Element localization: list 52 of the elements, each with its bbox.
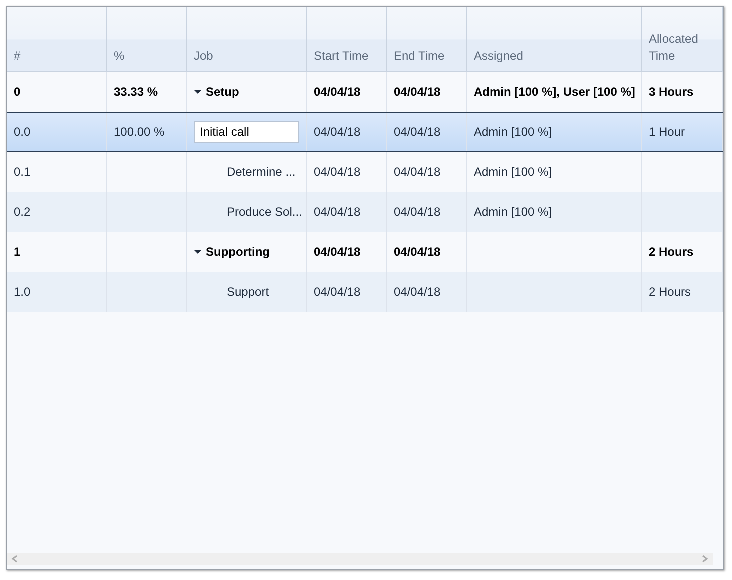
table-row[interactable]: 1 Supporting 04/04/18 04/04/18 2 Hours: [7, 232, 723, 272]
table-cell-text: Admin [100 %], User [100 %]: [474, 84, 636, 101]
table-row[interactable]: 0.0 100.00 % Initial call 04/04/18 04/04/18 Admin [100 %] 1 Hour: [7, 112, 723, 152]
collapse-caret-icon[interactable]: [194, 249, 202, 255]
table-cell-text: 0: [14, 84, 21, 101]
column-header[interactable]: Assigned: [474, 48, 524, 65]
job-name: Determine ...: [227, 164, 296, 181]
table-cell-text: Admin [100 %]: [474, 164, 552, 181]
table-cell-text: 04/04/18: [394, 84, 441, 101]
table-cell-text: 04/04/18: [394, 284, 441, 301]
table-row[interactable]: 1.0 Support 04/04/18 04/04/18 2 Hours: [7, 272, 723, 312]
table-cell-text: 3 Hours: [649, 84, 694, 101]
table-cell-text: 04/04/18: [394, 164, 441, 181]
table-cell-text: 1.0: [14, 284, 31, 301]
table-row[interactable]: 0.2 Produce Sol... 04/04/18 04/04/18 Admin [100 %]: [7, 192, 723, 232]
column-header[interactable]: End Time: [394, 48, 445, 65]
job-name: Setup: [206, 84, 240, 101]
table-cell-text: 0.0: [14, 124, 31, 141]
table-row[interactable]: 0.1 Determine ... 04/04/18 04/04/18 Admin [100 %]: [7, 152, 723, 192]
table-cell-text: 04/04/18: [394, 124, 441, 141]
table-cell-text: 33.33 %: [114, 84, 158, 101]
table-cell-text: Admin [100 %]: [474, 204, 552, 221]
column-header[interactable]: #: [14, 48, 21, 65]
job-name: Produce Sol...: [227, 204, 302, 221]
job-name: Supporting: [206, 244, 270, 261]
scroll-right-icon[interactable]: [701, 555, 709, 563]
horizontal-scrollbar[interactable]: [7, 553, 713, 565]
table-cell-text: 2 Hours: [649, 244, 694, 261]
column-header[interactable]: %: [114, 48, 125, 65]
table-cell-text: 04/04/18: [314, 244, 361, 261]
table-cell-text: 04/04/18: [394, 204, 441, 221]
table-cell-text: 1: [14, 244, 21, 261]
table-row[interactable]: 0 33.33 % Setup 04/04/18 04/04/18 Admin [100 %], User [100 %] 3 Hours: [7, 72, 723, 112]
column-header[interactable]: Allocated Time: [649, 31, 715, 65]
table-cell-text: 0.1: [14, 164, 31, 181]
table-cell-text: 2 Hours: [649, 284, 692, 301]
column-header[interactable]: Job: [194, 48, 214, 65]
job-input-field[interactable]: Initial call: [194, 121, 299, 143]
table-cell-text: 100.00 %: [114, 124, 165, 141]
scroll-left-icon[interactable]: [11, 555, 19, 563]
table-cell-text: 04/04/18: [394, 244, 441, 261]
table-cell-text: 0.2: [14, 204, 31, 221]
table-cell-text: 1 Hour: [649, 124, 686, 141]
table-cell-text: 04/04/18: [314, 124, 361, 141]
table-cell-text: 04/04/18: [314, 84, 361, 101]
table-cell-text: 04/04/18: [314, 284, 361, 301]
column-header[interactable]: Start Time: [314, 48, 369, 65]
collapse-caret-icon[interactable]: [194, 89, 202, 95]
table-cell-text: 04/04/18: [314, 164, 361, 181]
table-cell-text: 04/04/18: [314, 204, 361, 221]
job-name: Support: [227, 284, 270, 301]
table-cell-text: Admin [100 %]: [474, 124, 552, 141]
